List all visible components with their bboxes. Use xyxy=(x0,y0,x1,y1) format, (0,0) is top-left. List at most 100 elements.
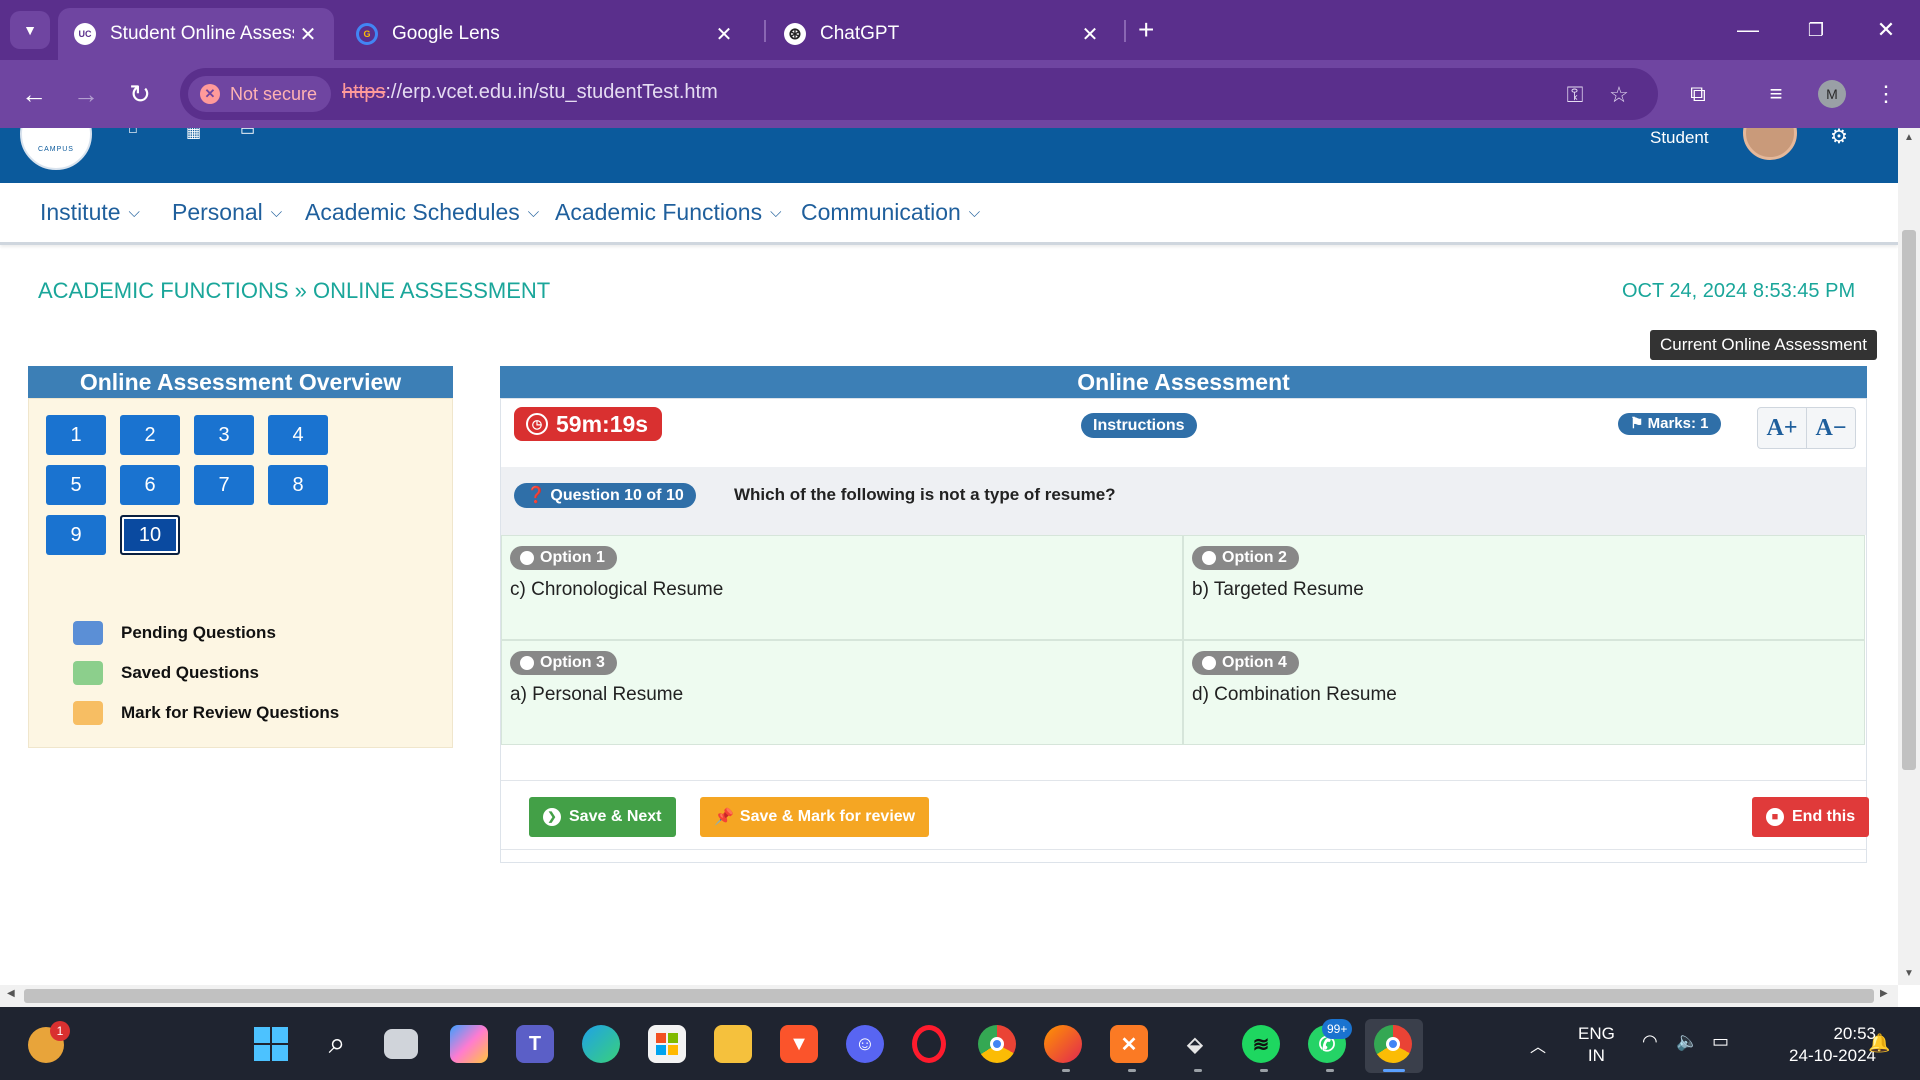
chrome-icon[interactable] xyxy=(978,1025,1016,1063)
xampp-icon[interactable]: ✕ xyxy=(1110,1025,1148,1063)
option-radio[interactable]: Option 2 xyxy=(1192,546,1299,570)
question-nav-button[interactable]: 9 xyxy=(46,515,106,555)
file-explorer-icon[interactable] xyxy=(714,1025,752,1063)
student-avatar[interactable] xyxy=(1743,128,1797,160)
windows-start-icon[interactable] xyxy=(252,1025,290,1063)
show-hidden-icons-chevron-icon[interactable]: ︿ xyxy=(1530,1033,1546,1057)
scroll-left-arrow-icon[interactable]: ◀ xyxy=(7,988,15,999)
not-secure-chip[interactable]: ✕ Not secure xyxy=(188,76,332,112)
close-tab-icon[interactable]: ✕ xyxy=(710,22,738,47)
option-tag-label: Option 1 xyxy=(540,549,605,566)
menu-communication[interactable]: Communication ⌵ xyxy=(801,199,980,226)
task-view-icon[interactable] xyxy=(384,1029,418,1059)
menu-academic-schedules[interactable]: Academic Schedules ⌵ xyxy=(305,199,539,226)
forward-arrow-icon[interactable]: → xyxy=(66,74,106,114)
discord-icon[interactable]: ☺ xyxy=(846,1025,884,1063)
option-2[interactable]: Option 2 b) Targeted Resume xyxy=(1183,535,1865,640)
option-radio[interactable]: Option 3 xyxy=(510,651,617,675)
end-assessment-button[interactable]: ■ End this xyxy=(1752,797,1870,837)
url-text[interactable]: https://erp.vcet.edu.in/stu_studentTest.… xyxy=(342,81,718,104)
question-nav-button[interactable]: 7 xyxy=(194,465,254,505)
scroll-right-arrow-icon[interactable]: ▶ xyxy=(1880,988,1888,999)
notifications-icon[interactable]: 🔔 xyxy=(1868,1033,1890,1054)
reading-list-icon[interactable]: ≡ xyxy=(1758,76,1794,112)
brave-icon[interactable]: ▼ xyxy=(780,1025,818,1063)
profile-avatar[interactable]: M xyxy=(1818,80,1846,108)
tab-student-online-assessment[interactable]: UC Student Online Assessment ✕ xyxy=(58,8,334,60)
opera-icon[interactable] xyxy=(912,1025,946,1063)
dashboard-icon[interactable]: ▦ xyxy=(186,128,201,142)
question-nav-button[interactable]: 1 xyxy=(46,415,106,455)
question-nav-button[interactable]: 8 xyxy=(268,465,328,505)
font-increase-button[interactable]: A+ xyxy=(1758,408,1806,448)
input-language-indicator[interactable]: ENG IN xyxy=(1578,1023,1615,1067)
password-key-icon[interactable]: ⚿ xyxy=(1560,80,1590,110)
edge-icon[interactable] xyxy=(582,1025,620,1063)
menu-institute[interactable]: Institute ⌵ xyxy=(40,199,140,226)
close-tab-icon[interactable]: ✕ xyxy=(294,22,322,47)
question-nav-button[interactable]: 5 xyxy=(46,465,106,505)
bookmark-star-icon[interactable]: ☆ xyxy=(1604,80,1634,110)
question-nav-button[interactable]: 6 xyxy=(120,465,180,505)
back-arrow-icon[interactable]: ← xyxy=(14,74,54,114)
wifi-icon[interactable]: ◠ xyxy=(1642,1031,1658,1052)
new-tab-plus-icon[interactable]: + xyxy=(1138,12,1154,48)
restore-window-icon[interactable]: ❐ xyxy=(1796,12,1836,48)
system-clock[interactable]: 20:53 24-10-2024 xyxy=(1762,1023,1876,1067)
copilot-icon[interactable] xyxy=(450,1025,488,1063)
option-radio[interactable]: Option 4 xyxy=(1192,651,1299,675)
question-nav-button-current[interactable]: 10 xyxy=(120,515,180,555)
extensions-icon[interactable]: ⧉ xyxy=(1680,76,1716,112)
instructions-button[interactable]: Instructions xyxy=(1081,413,1197,438)
tab-chatgpt[interactable]: ⊛ ChatGPT ✕ xyxy=(768,8,1116,60)
scrollbar-thumb[interactable] xyxy=(1902,230,1916,770)
option-text[interactable]: a) Personal Resume xyxy=(510,684,683,706)
search-icon[interactable]: ⌕ xyxy=(318,1025,356,1063)
close-window-icon[interactable]: ✕ xyxy=(1866,12,1906,48)
close-tab-icon[interactable]: ✕ xyxy=(1076,22,1104,47)
spotify-icon[interactable]: ≋ xyxy=(1242,1025,1280,1063)
menu-academic-functions[interactable]: Academic Functions ⌵ xyxy=(555,199,781,226)
breadcrumb[interactable]: ACADEMIC FUNCTIONS » ONLINE ASSESSMENT xyxy=(38,278,550,304)
font-decrease-button[interactable]: A− xyxy=(1806,408,1855,448)
option-text[interactable]: c) Chronological Resume xyxy=(510,579,723,601)
omnibox[interactable]: ✕ Not secure https://erp.vcet.edu.in/stu… xyxy=(180,68,1658,120)
calendar-icon[interactable]: ▭ xyxy=(240,128,255,140)
minimize-window-icon[interactable]: — xyxy=(1728,12,1768,48)
menu-personal[interactable]: Personal ⌵ xyxy=(172,199,282,226)
home-icon[interactable]: ⌂ xyxy=(128,128,138,138)
firefox-icon[interactable] xyxy=(1044,1025,1082,1063)
campus-logo[interactable]: CAMPUS xyxy=(20,128,92,170)
option-radio[interactable]: Option 1 xyxy=(510,546,617,570)
option-3[interactable]: Option 3 a) Personal Resume xyxy=(501,640,1183,745)
chrome-menu-icon[interactable]: ⋮ xyxy=(1868,76,1904,112)
settings-gears-icon[interactable]: ⚙ xyxy=(1830,128,1848,149)
vertical-scrollbar[interactable]: ▲ ▼ xyxy=(1898,128,1920,985)
horizontal-scrollbar[interactable]: ◀ ▶ xyxy=(0,985,1898,1007)
button-label: Save & Mark for review xyxy=(739,808,916,825)
current-online-assessment-button[interactable]: Current Online Assessment xyxy=(1650,330,1877,360)
page-viewport: CAMPUS ⌂ ▦ ▭ Student ⚙ Institute ⌵ Person… xyxy=(0,128,1898,985)
tab-search-button[interactable]: ▼ xyxy=(10,11,50,49)
question-nav-button[interactable]: 4 xyxy=(268,415,328,455)
python-installer-icon[interactable]: ⬙ xyxy=(1176,1025,1214,1063)
microsoft-store-icon[interactable] xyxy=(648,1025,686,1063)
scroll-up-arrow-icon[interactable]: ▲ xyxy=(1898,132,1920,143)
tab-google-lens[interactable]: G Google Lens ✕ xyxy=(340,8,750,60)
question-nav-button[interactable]: 3 xyxy=(194,415,254,455)
volume-icon[interactable]: 🔈 xyxy=(1676,1031,1698,1052)
save-next-button[interactable]: ❯ Save & Next xyxy=(529,797,676,837)
chrome-profile-icon[interactable] xyxy=(1374,1025,1412,1063)
option-text[interactable]: b) Targeted Resume xyxy=(1192,579,1364,601)
option-4[interactable]: Option 4 d) Combination Resume xyxy=(1183,640,1865,745)
scrollbar-thumb[interactable] xyxy=(24,989,1874,1003)
option-text[interactable]: d) Combination Resume xyxy=(1192,684,1397,706)
teams-icon[interactable]: T xyxy=(516,1025,554,1063)
question-nav-button[interactable]: 2 xyxy=(120,415,180,455)
radio-circle-icon xyxy=(1202,656,1216,670)
scroll-down-arrow-icon[interactable]: ▼ xyxy=(1898,968,1920,979)
battery-icon[interactable]: ▭ xyxy=(1712,1031,1729,1052)
option-1[interactable]: Option 1 c) Chronological Resume xyxy=(501,535,1183,640)
save-mark-review-button[interactable]: 📌 Save & Mark for review xyxy=(700,797,930,837)
reload-icon[interactable]: ↻ xyxy=(120,74,160,114)
